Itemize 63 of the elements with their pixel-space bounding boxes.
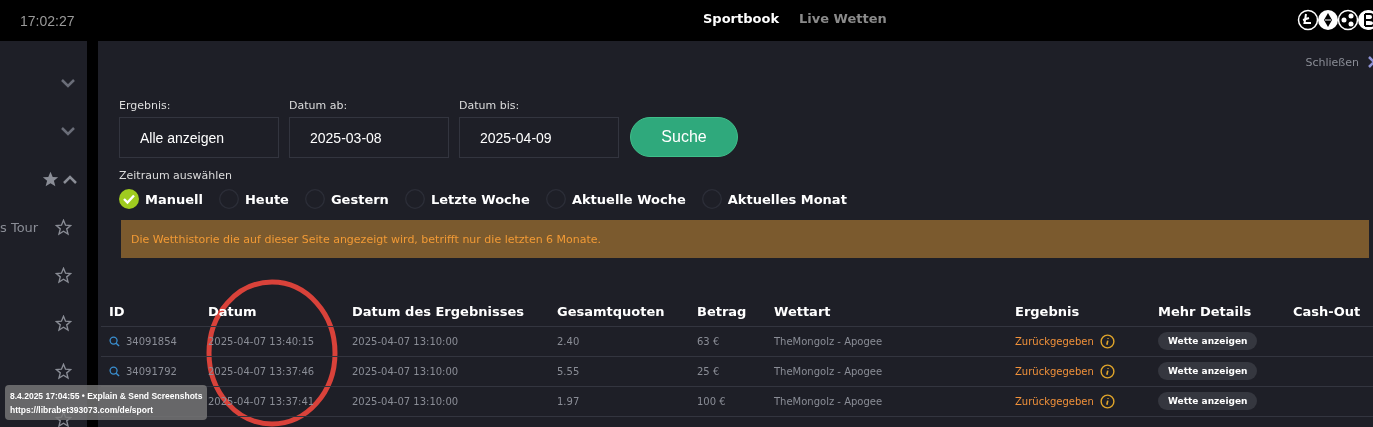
column-header: Mehr Details bbox=[1150, 298, 1285, 326]
star-outline-icon bbox=[55, 266, 72, 284]
input-field[interactable]: 2025-03-08 bbox=[289, 117, 449, 158]
table-cell: 1.97 bbox=[557, 395, 580, 407]
radio-label[interactable]: Aktuelle Woche bbox=[571, 191, 686, 207]
search-icon bbox=[109, 365, 120, 377]
radio-label[interactable]: Aktuelles Monat bbox=[727, 191, 847, 207]
result-status: Zurückgegeben bbox=[1015, 395, 1094, 407]
view-bet-button[interactable]: Wette anzeigen bbox=[1158, 362, 1258, 380]
info-icon bbox=[1099, 363, 1115, 379]
tooltip-url: https://librabet393073.com/de/sport bbox=[10, 404, 154, 417]
bet-id[interactable]: 34091854 bbox=[126, 335, 177, 347]
table-cell: 5.55 bbox=[557, 365, 580, 377]
radio-label[interactable]: Manuell bbox=[145, 191, 203, 207]
table-cell: TheMongolz - Apogee bbox=[774, 365, 883, 377]
table-cell: 25 € bbox=[697, 365, 720, 377]
table-cell: 2025-04-07 13:10:00 bbox=[352, 395, 459, 407]
radio-label[interactable]: Heute bbox=[244, 191, 289, 207]
table-cell: 2025-04-07 13:10:00 bbox=[352, 335, 459, 347]
view-bet-button[interactable]: Wette anzeigen bbox=[1158, 332, 1258, 350]
info-icon bbox=[1099, 333, 1115, 349]
chevron-up-icon bbox=[63, 174, 77, 184]
section-label: Zeitraum auswählen bbox=[119, 169, 234, 182]
notice-text: Die Wetthistorie die auf dieser Seite angezeigt wird, betrifft nur die letzten 6 Monate. bbox=[131, 232, 602, 246]
result-status: Zurückgegeben bbox=[1015, 335, 1094, 347]
field-label: Datum bis: bbox=[459, 99, 521, 112]
field-label: Ergebnis: bbox=[119, 99, 172, 112]
star-outline-icon bbox=[55, 218, 72, 236]
chevron-down-icon bbox=[61, 78, 75, 88]
table-cell: TheMongolz - Apogee bbox=[774, 395, 883, 407]
nav-tab[interactable]: Live Wetten bbox=[799, 11, 887, 26]
nav-tab[interactable]: Sportbook bbox=[703, 11, 780, 26]
clock-time: 17:02:27 bbox=[20, 12, 75, 29]
column-header: ID bbox=[101, 298, 200, 326]
column-header: Wettart bbox=[766, 298, 1007, 326]
table-cell: TheMongolz - Apogee bbox=[774, 335, 883, 347]
table-cell: 63 € bbox=[697, 335, 720, 347]
radio-label[interactable]: Gestern bbox=[330, 191, 389, 207]
info-icon bbox=[1099, 393, 1115, 409]
radio-label[interactable]: Letzte Woche bbox=[430, 191, 530, 207]
column-header: Betrag bbox=[689, 298, 766, 326]
input-field[interactable]: Alle anzeigen bbox=[119, 117, 279, 158]
radio-checked-icon[interactable] bbox=[119, 189, 139, 209]
column-header: Gesamtquoten bbox=[549, 298, 689, 326]
star-outline-icon bbox=[55, 314, 72, 332]
star-icon bbox=[42, 170, 59, 188]
search-icon bbox=[109, 335, 120, 347]
chevron-down-icon bbox=[61, 126, 75, 136]
bet-id[interactable]: 34091792 bbox=[126, 365, 177, 377]
input-field[interactable]: 2025-04-09 bbox=[459, 117, 619, 158]
table-cell: 2.40 bbox=[557, 335, 580, 347]
column-header: Datum des Ergebnisses bbox=[344, 298, 549, 326]
sidebar-item-label[interactable]: s Tour bbox=[0, 219, 51, 235]
tooltip-text: 8.4.2025 17:04:55 • Explain & Send Screenshots bbox=[10, 390, 203, 403]
table-cell: 2025-04-07 13:10:00 bbox=[352, 365, 459, 377]
close-button[interactable]: Schließen bbox=[1305, 54, 1373, 70]
column-header: Cash-Out bbox=[1285, 298, 1373, 326]
result-status: Zurückgegeben bbox=[1015, 365, 1094, 377]
star-outline-icon bbox=[55, 362, 72, 380]
table-cell: 100 € bbox=[697, 395, 726, 407]
column-header: Ergebnis bbox=[1007, 298, 1150, 326]
field-label: Datum ab: bbox=[289, 99, 349, 112]
view-bet-button[interactable]: Wette anzeigen bbox=[1158, 392, 1258, 410]
